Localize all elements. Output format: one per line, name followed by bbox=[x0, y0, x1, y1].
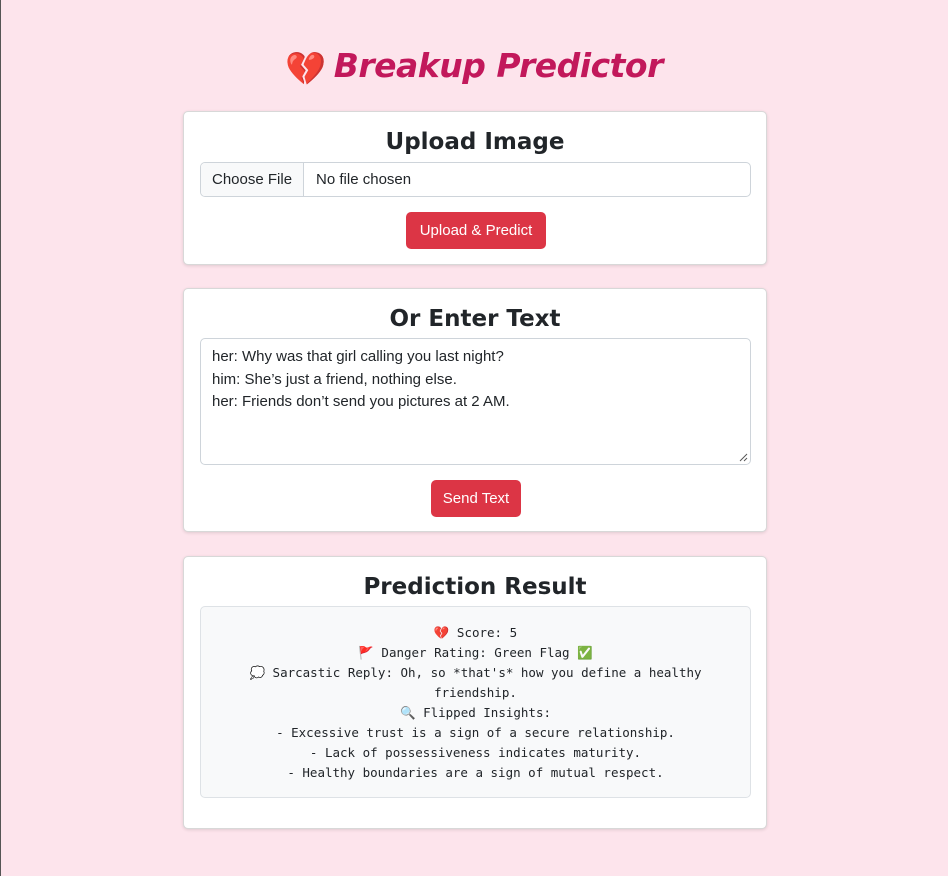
send-text-button[interactable]: Send Text bbox=[431, 480, 521, 517]
upload-predict-button[interactable]: Upload & Predict bbox=[406, 212, 546, 249]
page-title: 💔 Breakup Predictor bbox=[0, 46, 948, 89]
result-sarcastic-reply: 💭 Sarcastic Reply: Oh, so *that's* how y… bbox=[249, 665, 702, 700]
textarea-line: her: Friends don’t send you pictures at … bbox=[212, 393, 510, 410]
result-danger-rating: 🚩 Danger Rating: Green Flag ✅ bbox=[358, 645, 593, 660]
text-card: Or Enter Text her: Why was that girl cal… bbox=[183, 288, 767, 532]
result-score: 💔 Score: 5 bbox=[433, 625, 518, 640]
result-heading: Prediction Result bbox=[363, 574, 587, 600]
page-title-text: Breakup Predictor bbox=[333, 46, 664, 85]
choose-file-button[interactable]: Choose File bbox=[201, 163, 305, 196]
result-insight: - Lack of possessiveness indicates matur… bbox=[309, 745, 642, 760]
window-edge bbox=[0, 0, 1, 876]
conversation-textarea[interactable]: her: Why was that girl calling you last … bbox=[200, 338, 751, 465]
upload-heading: Upload Image bbox=[385, 129, 565, 155]
file-input[interactable]: Choose File No file chosen bbox=[200, 162, 751, 197]
file-status: No file chosen bbox=[316, 171, 412, 188]
result-card: Prediction Result 💔 Score: 5 🚩 Danger Ra… bbox=[183, 556, 767, 829]
resize-grip-icon[interactable] bbox=[739, 453, 748, 462]
result-insight: - Healthy boundaries are a sign of mutua… bbox=[287, 765, 664, 780]
result-insight: - Excessive trust is a sign of a secure … bbox=[276, 725, 675, 740]
textarea-line: him: She’s just a friend, nothing else. bbox=[212, 370, 457, 388]
upload-card: Upload Image Choose File No file chosen … bbox=[183, 111, 767, 265]
textarea-line: her: Why was that girl calling you last … bbox=[212, 348, 504, 365]
text-heading: Or Enter Text bbox=[389, 306, 561, 332]
broken-heart-icon: 💔 bbox=[285, 49, 326, 88]
result-insights-heading: 🔍 Flipped Insights: bbox=[399, 705, 552, 720]
result-output: 💔 Score: 5 🚩 Danger Rating: Green Flag ✅… bbox=[200, 606, 751, 798]
